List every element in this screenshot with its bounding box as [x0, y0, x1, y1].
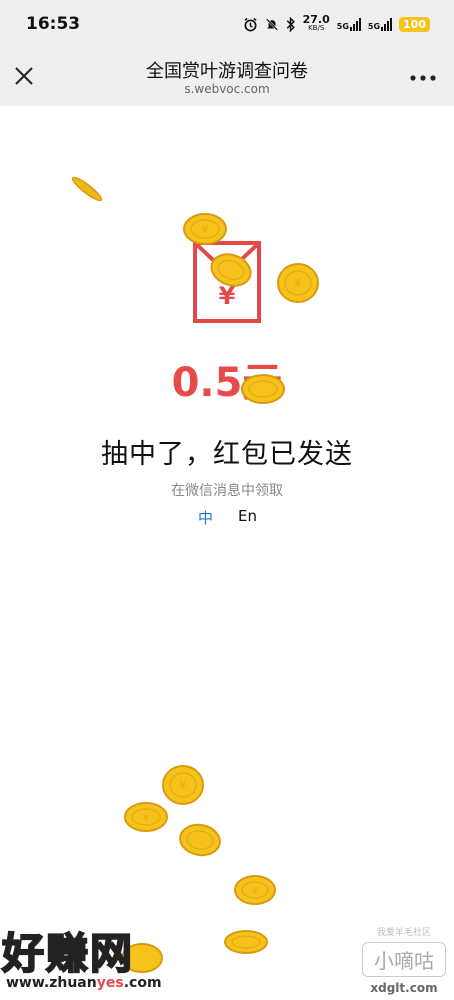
coin-icon: ¥: [234, 875, 276, 905]
svg-text:¥: ¥: [202, 223, 209, 236]
status-bar: 16:53 27.0 KB/S 5G 5G 100: [0, 0, 454, 48]
more-icon: [410, 75, 436, 81]
svg-text:¥: ¥: [143, 813, 149, 824]
svg-text:¥: ¥: [294, 276, 302, 290]
coin-icon: [224, 930, 268, 954]
claim-hint: 在微信消息中领取: [171, 483, 283, 499]
watermark-right-small: 我爱羊毛社区: [376, 928, 431, 938]
svg-text:¥: ¥: [179, 778, 187, 792]
coin-icon: ¥: [277, 263, 319, 303]
result-message: 抽中了，红包已发送: [101, 439, 353, 470]
watermark-right-brand: 小嘀咕: [362, 942, 446, 977]
status-icons: 27.0 KB/S 5G 5G 100: [243, 13, 430, 33]
language-zh-link[interactable]: 中: [198, 507, 213, 528]
mute-bell-icon: [265, 17, 278, 31]
coin-icon: [210, 253, 252, 287]
bluetooth-icon: [286, 16, 295, 32]
watermark-left-url: www.zhuanyes.com: [6, 975, 162, 991]
alarm-icon: [244, 17, 257, 31]
page-title: 全国赏叶游调查问卷: [146, 61, 308, 82]
signal-2-icon: 5G: [368, 17, 393, 31]
watermark-right-domain: xdglt.com: [370, 981, 438, 995]
battery-icon: 100: [399, 16, 430, 32]
status-time: 16:53: [26, 14, 81, 34]
language-en-link[interactable]: En: [238, 507, 257, 525]
watermark-left: 好赚网 www.zhuanyes.com: [1, 920, 192, 991]
watermark-right: 我爱羊毛社区 小嘀咕 xdglt.com: [362, 925, 446, 997]
watermark-left-text: 好赚网: [1, 928, 135, 979]
coin-icon: ¥: [124, 802, 168, 832]
net-speed: 27.0 KB/S: [302, 13, 330, 32]
prize-amount: 0.5元: [171, 360, 283, 406]
nav-bar: 全国赏叶游调查问卷 s.webvoc.com: [0, 48, 454, 107]
coin-icon: [241, 374, 285, 404]
coin-icon: ¥: [183, 213, 227, 245]
more-button[interactable]: [408, 70, 438, 84]
signal-1-icon: 5G: [337, 17, 361, 31]
svg-text:¥: ¥: [252, 886, 258, 897]
coin-icon: [179, 823, 221, 857]
coin-icon: [71, 176, 103, 202]
page-domain: s.webvoc.com: [184, 82, 270, 96]
